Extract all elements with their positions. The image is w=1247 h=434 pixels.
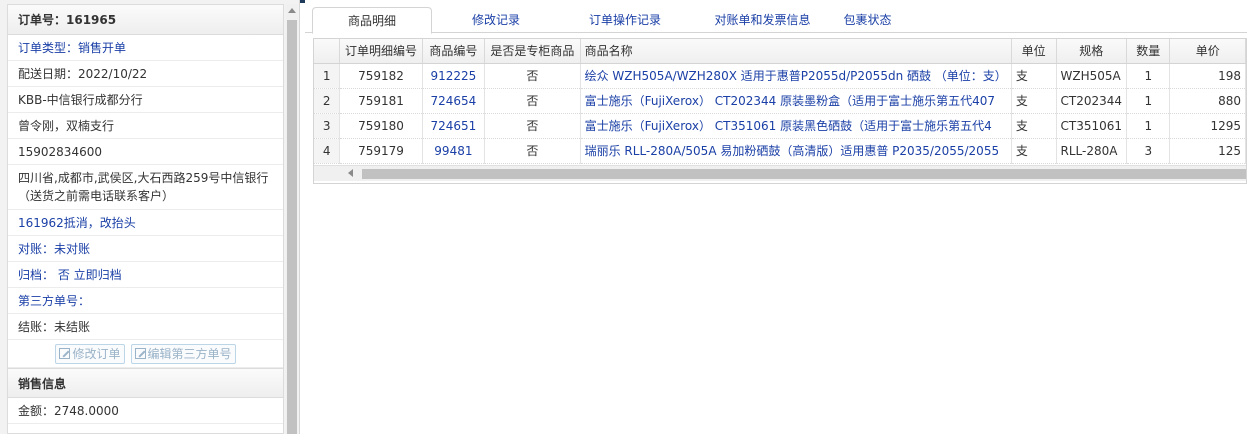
order-detail-row: 第三方单号：	[8, 288, 283, 314]
edit-icon	[59, 348, 71, 359]
cell-price: 880	[1169, 88, 1246, 114]
cell-n: 4	[314, 138, 341, 164]
cell-qty: 3	[1126, 138, 1171, 164]
cell-counter: 否	[484, 63, 581, 89]
cell-spec: CT202344	[1056, 88, 1128, 114]
cell-spec: WZH505A	[1056, 63, 1128, 89]
scroll-up-arrow-icon[interactable]	[286, 6, 298, 16]
grid-body: 1 759182 912225 否绘众 WZH505A/WZH280X 适用于惠普P2…	[314, 63, 1246, 164]
edit-icon	[134, 348, 146, 359]
table-row[interactable]: 2 759181 724654 否富士施乐（FujiXerox） CT202344 原…	[314, 88, 1246, 114]
cell-price: 198	[1169, 63, 1246, 89]
cell-n: 2	[314, 88, 341, 114]
column-header[interactable]: 是否是专柜商品	[484, 39, 581, 64]
order-actions: 修改订单 编辑第三方单号	[8, 340, 283, 368]
column-header[interactable]: 商品编号	[422, 39, 486, 64]
order-detail-row: 15902834600	[8, 139, 283, 165]
product-detail-grid: 订单明细编号 商品编号 是否是专柜商品 商品名称 单位 规格 数量 单价 1 759182 912…	[313, 38, 1247, 184]
detail-tabs: 商品明细 修改记录 订单操作记录 对账单和发票信息 包裹状态	[305, 0, 1247, 34]
order-detail-list: 订单类型：销售开单 配送日期：2022/10/22 KBB-中信银行成都分行 曾令刚，…	[8, 35, 283, 340]
tab-1[interactable]: 商品明细	[312, 7, 432, 34]
cell-detail-id: 759181	[339, 88, 423, 114]
column-header[interactable]: 单位	[1011, 39, 1057, 64]
cell-unit: 支	[1011, 138, 1057, 164]
cell-detail-id: 759179	[339, 138, 423, 164]
cell-spec: CT351061	[1056, 113, 1128, 139]
cell-product-id[interactable]: 724654	[422, 88, 486, 114]
cell-spec: RLL-280A	[1056, 138, 1128, 164]
table-row[interactable]: 3 759180 724651 否富士施乐（FujiXerox） CT351061 原…	[314, 113, 1246, 139]
cell-name[interactable]: 瑞丽乐 RLL-280A/505A 易加粉硒鼓（高清版）适用惠普 P2035/2…	[580, 138, 1012, 164]
order-detail-row: 对账：未对账	[8, 236, 283, 262]
tab-4[interactable]: 对账单和发票信息	[690, 7, 835, 33]
order-detail-row: 配送日期：2022/10/22	[8, 61, 283, 87]
order-detail-row: 曾令刚，双楠支行	[8, 113, 283, 139]
edit-order-label: 修改订单	[72, 346, 121, 361]
scroll-left-arrow-icon[interactable]	[348, 169, 353, 177]
sales-info-header: 销售信息	[8, 368, 283, 398]
cell-counter: 否	[484, 88, 581, 114]
cell-n: 3	[314, 113, 341, 139]
cell-counter: 否	[484, 138, 581, 164]
column-header[interactable]: 规格	[1056, 39, 1128, 64]
column-header[interactable]: 商品名称	[580, 39, 1012, 64]
order-detail-row: 结账：未结账	[8, 314, 283, 340]
cell-name[interactable]: 富士施乐（FujiXerox） CT202344 原装墨粉盒（适用于富士施乐第五…	[580, 88, 1012, 114]
left-panel-scrollbar[interactable]	[286, 4, 298, 434]
order-info-card: 订单号：161965 订单类型：销售开单 配送日期：2022/10/22 KBB-中…	[7, 4, 284, 434]
order-detail-row: 四川省,成都市,武侯区,大石西路259号中信银行（送货之前需电话联系客户）	[8, 165, 283, 210]
scroll-thumb[interactable]	[287, 20, 297, 434]
cell-price: 1295	[1169, 113, 1246, 139]
cell-product-id[interactable]: 912225	[422, 63, 486, 89]
cell-name[interactable]: 富士施乐（FujiXerox） CT351061 原装黑色硒鼓（适用于富士施乐第…	[580, 113, 1012, 139]
product-detail-table: 订单明细编号 商品编号 是否是专柜商品 商品名称 单位 规格 数量 单价 1 759182 912…	[314, 39, 1246, 164]
cell-n: 1	[314, 63, 341, 89]
cell-qty: 1	[1126, 113, 1171, 139]
grid-header-row: 订单明细编号 商品编号 是否是专柜商品 商品名称 单位 规格 数量 单价	[314, 39, 1246, 64]
grid-scroll-thumb[interactable]	[362, 169, 1246, 179]
column-header[interactable]	[314, 39, 341, 64]
column-header[interactable]: 单价	[1169, 39, 1246, 64]
tab-2[interactable]: 修改记录	[440, 7, 552, 33]
cell-unit: 支	[1011, 63, 1057, 89]
order-detail-row: 161962抵消，改抬头	[8, 210, 283, 236]
cell-detail-id: 759180	[339, 113, 423, 139]
order-number-header: 订单号：161965	[8, 5, 283, 35]
cell-unit: 支	[1011, 113, 1057, 139]
order-detail-row: 订单类型：销售开单	[8, 35, 283, 61]
tab-5[interactable]: 包裹状态	[830, 7, 905, 33]
edit-third-party-button[interactable]: 编辑第三方单号	[130, 343, 236, 364]
cell-counter: 否	[484, 113, 581, 139]
edit-third-party-label: 编辑第三方单号	[147, 346, 232, 361]
cell-price: 125	[1169, 138, 1246, 164]
cell-qty: 1	[1126, 63, 1171, 89]
column-header[interactable]: 订单明细编号	[339, 39, 423, 64]
detail-panel: 商品明细 修改记录 订单操作记录 对账单和发票信息 包裹状态 订单明细编号 商品编号 是否是…	[305, 0, 1247, 434]
edit-order-button[interactable]: 修改订单	[55, 343, 125, 364]
order-detail-row: KBB-中信银行成都分行	[8, 87, 283, 113]
grid-horizontal-scrollbar[interactable]	[314, 165, 1246, 181]
cell-product-id[interactable]: 724651	[422, 113, 486, 139]
table-row[interactable]: 4 759179 99481 否瑞丽乐 RLL-280A/505A 易加粉硒鼓（高清版…	[314, 138, 1246, 164]
order-detail-row: 归档： 否 立即归档	[8, 262, 283, 288]
column-header[interactable]: 数量	[1126, 39, 1171, 64]
cell-name[interactable]: 绘众 WZH505A/WZH280X 适用于惠普P2055d/P2055dn 硒…	[580, 63, 1012, 89]
table-row[interactable]: 1 759182 912225 否绘众 WZH505A/WZH280X 适用于惠普P2…	[314, 63, 1246, 89]
cell-detail-id: 759182	[339, 63, 423, 89]
cell-unit: 支	[1011, 88, 1057, 114]
order-info-panel: 订单号：161965 订单类型：销售开单 配送日期：2022/10/22 KBB-中…	[0, 0, 300, 434]
cell-qty: 1	[1126, 88, 1171, 114]
tab-3[interactable]: 订单操作记录	[565, 7, 685, 33]
sales-amount: 金额：2748.0000	[8, 398, 283, 424]
cell-product-id[interactable]: 99481	[422, 138, 486, 164]
